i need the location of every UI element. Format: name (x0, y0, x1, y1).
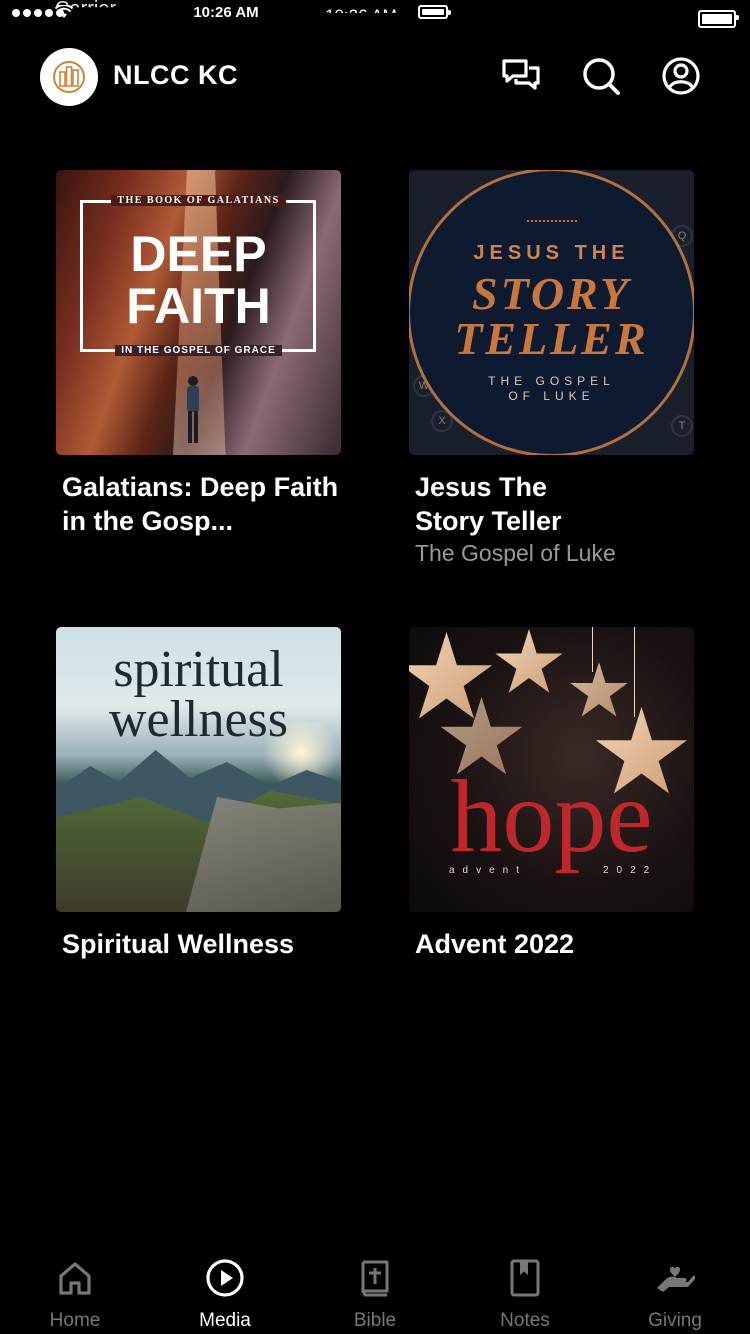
tab-label: Bible (353, 1310, 397, 1331)
art-text: spiritual (113, 641, 284, 698)
battery-icon-large (698, 10, 739, 28)
art-text: THE GOSPEL (488, 374, 615, 388)
series-thumbnail[interactable]: hope advent 2022 (409, 627, 694, 912)
tab-label: Notes (500, 1310, 550, 1331)
bible-icon (355, 1258, 395, 1298)
tab-bible[interactable]: Bible (300, 1240, 450, 1334)
series-title[interactable]: Advent 2022 (415, 927, 715, 961)
series-card-galatians[interactable]: THE BOOK OF GALATIANS DEEP FAITH IN THE … (56, 170, 341, 540)
church-logo[interactable] (40, 48, 98, 106)
star-ornament (495, 629, 563, 693)
tab-home[interactable]: Home (0, 1240, 150, 1334)
tab-bar: Home Media Bible Notes Giving (0, 1240, 750, 1334)
home-icon (55, 1258, 95, 1298)
notes-icon (505, 1258, 545, 1298)
series-title[interactable]: Galatians: Deep Faith in the Gosp... (62, 470, 352, 538)
art-text: JESUS THE (473, 242, 630, 264)
art-text: TELLER (454, 313, 649, 364)
chat-icon[interactable] (501, 56, 541, 96)
series-card-advent-2022[interactable]: hope advent 2022 Advent 2022 (409, 627, 694, 967)
building-logo-icon (53, 61, 85, 93)
app-title: NLCC KC (113, 60, 238, 90)
search-icon[interactable] (581, 56, 621, 96)
art-text: IN THE GOSPEL OF GRACE (56, 345, 341, 356)
typewriter-key: T (671, 415, 693, 437)
tab-label: Media (199, 1310, 251, 1331)
art-text: 2022 (603, 865, 658, 876)
series-subtitle: The Gospel of Luke (415, 540, 616, 566)
profile-icon[interactable] (661, 56, 701, 96)
series-thumbnail[interactable]: THE BOOK OF GALATIANS DEEP FAITH IN THE … (56, 170, 341, 455)
art-text: DEEP (130, 226, 267, 282)
battery-icon (418, 5, 451, 19)
series-title[interactable]: Jesus The Story Teller (415, 470, 595, 538)
art-text: FAITH (126, 278, 271, 334)
art-text: THE BOOK OF GALATIANS (56, 195, 341, 206)
series-thumbnail[interactable]: W Q T X JESUS THE STORY TELLER THE GOSPE… (409, 170, 694, 455)
hiker-figure (187, 376, 199, 443)
tab-label: Home (49, 1310, 101, 1331)
art-text: STORY (471, 268, 632, 319)
divider (527, 220, 577, 222)
art-text: OF LUKE (508, 389, 595, 403)
star-ornament (570, 662, 628, 717)
tab-notes[interactable]: Notes (450, 1240, 600, 1334)
status-bar: Carrier 10:26 AM 10:26 AM (0, 0, 750, 40)
series-title[interactable]: Spiritual Wellness (62, 927, 362, 961)
tab-media[interactable]: Media (150, 1240, 300, 1334)
series-card-spiritual-wellness[interactable]: spiritual wellness Spiritual Wellness (56, 627, 341, 967)
tab-giving[interactable]: Giving (600, 1240, 750, 1334)
series-card-story-teller[interactable]: W Q T X JESUS THE STORY TELLER THE GOSPE… (409, 170, 694, 570)
art-text: wellness (108, 691, 289, 748)
play-icon (205, 1258, 245, 1298)
tab-label: Giving (648, 1310, 702, 1331)
series-thumbnail[interactable]: spiritual wellness (56, 627, 341, 912)
art-text: hope (450, 759, 653, 874)
giving-icon (655, 1258, 695, 1298)
art-text: advent (449, 865, 528, 876)
